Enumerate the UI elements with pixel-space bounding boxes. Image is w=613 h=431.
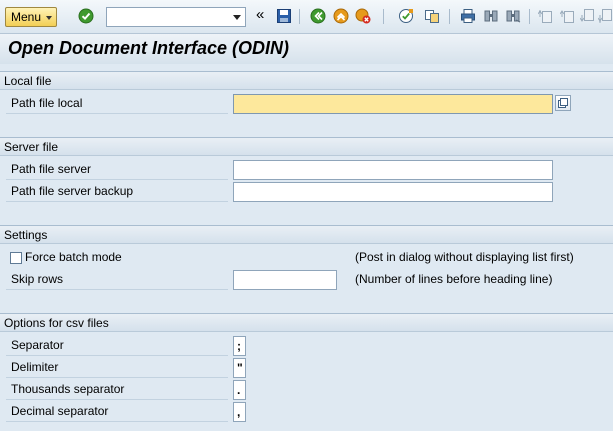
menu-button[interactable]: Menu xyxy=(5,7,57,27)
thousands-separator-input[interactable]: . xyxy=(233,380,246,400)
find-icon[interactable] xyxy=(483,8,499,24)
section-title: Local file xyxy=(4,74,52,88)
path-file-local-label: Path file local xyxy=(11,96,83,110)
command-field[interactable] xyxy=(106,7,246,27)
decimal-separator-label: Decimal separator xyxy=(11,404,109,418)
path-file-server-backup-input[interactable] xyxy=(233,182,553,202)
path-file-server-backup-label: Path file server backup xyxy=(11,184,134,198)
skip-rows-input[interactable] xyxy=(233,270,337,290)
toolbar: Menu « xyxy=(0,0,613,34)
title-bar: Open Document Interface (ODIN) xyxy=(0,34,613,64)
label-underline xyxy=(6,377,228,378)
chevron-down-icon xyxy=(46,16,52,20)
cancel-icon[interactable] xyxy=(355,8,371,24)
page-title: Open Document Interface (ODIN) xyxy=(8,38,290,58)
separator-input[interactable]: ; xyxy=(233,336,246,356)
checkmark-icon[interactable] xyxy=(78,8,94,24)
next-page-icon[interactable] xyxy=(580,8,596,24)
section-title: Options for csv files xyxy=(4,316,109,330)
value-help-icon xyxy=(558,98,568,108)
skip-rows-hint: (Number of lines before heading line) xyxy=(355,272,553,286)
label-underline xyxy=(6,355,228,356)
menu-button-label: Menu xyxy=(11,10,42,24)
value-help-button[interactable] xyxy=(555,95,571,111)
chevron-down-icon[interactable] xyxy=(233,15,241,20)
collapse-icon[interactable]: « xyxy=(256,7,264,23)
first-page-icon[interactable] xyxy=(538,8,554,24)
force-batch-hint: (Post in dialog without displaying list … xyxy=(355,250,574,264)
delimiter-label: Delimiter xyxy=(11,360,59,374)
force-batch-label: Force batch mode xyxy=(25,250,122,264)
toolbar-separator xyxy=(529,9,530,24)
exit-icon[interactable] xyxy=(333,8,349,24)
label-underline xyxy=(6,421,228,422)
section-title: Server file xyxy=(4,140,59,154)
thousands-separator-label: Thousands separator xyxy=(11,382,125,396)
label-underline xyxy=(6,289,228,290)
toolbar-separator xyxy=(299,9,300,24)
label-underline xyxy=(6,113,228,114)
force-batch-checkbox[interactable] xyxy=(10,252,22,264)
path-file-server-input[interactable] xyxy=(233,160,553,180)
find-next-icon[interactable] xyxy=(505,8,521,24)
section-header-local-file: Local file xyxy=(0,71,613,90)
separator-label: Separator xyxy=(11,338,64,352)
save-icon[interactable] xyxy=(276,8,292,24)
path-file-server-label: Path file server xyxy=(11,162,92,176)
section-header-server-file: Server file xyxy=(0,137,613,156)
section-header-csv-options: Options for csv files xyxy=(0,313,613,332)
toolbar-separator xyxy=(449,9,450,24)
toolbar-separator xyxy=(383,9,384,24)
label-underline xyxy=(6,179,228,180)
section-header-settings: Settings xyxy=(0,225,613,244)
layout-icon[interactable] xyxy=(424,8,440,24)
path-file-local-input[interactable] xyxy=(233,94,553,114)
label-underline xyxy=(6,201,228,202)
decimal-separator-input[interactable]: , xyxy=(233,402,246,422)
last-page-icon[interactable] xyxy=(598,8,613,24)
print-icon[interactable] xyxy=(460,8,476,24)
label-underline xyxy=(6,399,228,400)
back-icon[interactable] xyxy=(310,8,326,24)
help-icon[interactable] xyxy=(398,8,414,24)
delimiter-input[interactable]: " xyxy=(233,358,246,378)
skip-rows-label: Skip rows xyxy=(11,272,64,286)
previous-page-icon[interactable] xyxy=(560,8,576,24)
section-title: Settings xyxy=(4,228,48,242)
